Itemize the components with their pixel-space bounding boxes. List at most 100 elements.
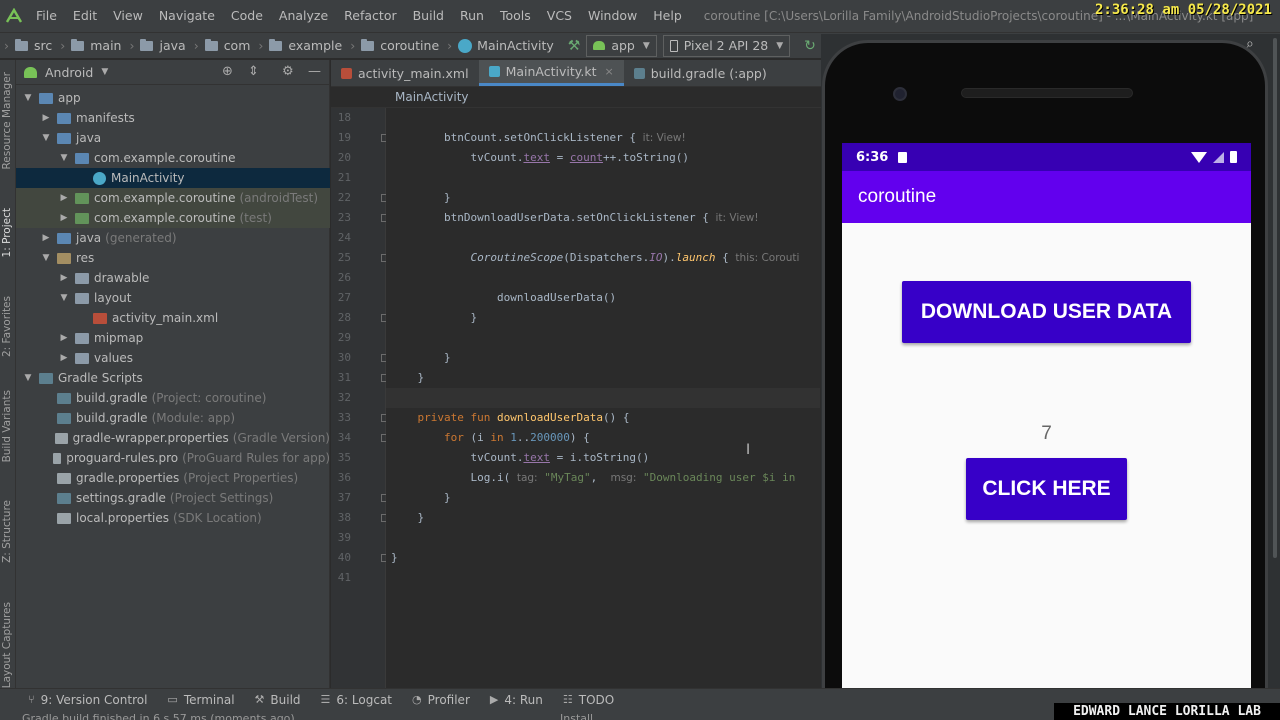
- menu-code[interactable]: Code: [223, 0, 271, 32]
- chevron-right-icon[interactable]: ▶: [58, 193, 70, 203]
- tree-item[interactable]: gradle.properties (Project Properties): [16, 468, 330, 488]
- breadcrumb-item[interactable]: › main: [56, 38, 125, 53]
- menu-refactor[interactable]: Refactor: [336, 0, 404, 32]
- chevron-right-icon[interactable]: ▶: [58, 353, 70, 363]
- menu-help[interactable]: Help: [645, 0, 690, 32]
- tree-item[interactable]: gradle-wrapper.properties (Gradle Version…: [16, 428, 330, 448]
- download-user-data-button[interactable]: DOWNLOAD USER DATA: [902, 281, 1191, 343]
- tool-window-button[interactable]: ⚒ Build: [245, 693, 311, 707]
- editor-tab[interactable]: build.gradle (:app): [624, 60, 777, 86]
- code-line[interactable]: }: [391, 488, 451, 508]
- favorites-tab[interactable]: 2: Favorites: [1, 296, 13, 357]
- breadcrumb-item[interactable]: › src: [0, 38, 56, 53]
- tree-item[interactable]: settings.gradle (Project Settings): [16, 488, 330, 508]
- tree-item[interactable]: build.gradle (Project: coroutine): [16, 388, 330, 408]
- code-line[interactable]: }: [391, 368, 424, 388]
- code-line[interactable]: CoroutineScope(Dispatchers.IO).launch { …: [391, 248, 799, 268]
- chevron-right-icon[interactable]: ▶: [40, 233, 52, 243]
- tree-item[interactable]: ▶ com.example.coroutine (androidTest): [16, 188, 330, 208]
- tree-item[interactable]: ▼ Gradle Scripts: [16, 368, 330, 388]
- tree-item[interactable]: activity_main.xml: [16, 308, 330, 328]
- chevron-down-icon[interactable]: ▼: [58, 293, 70, 303]
- code-line[interactable]: downloadUserData(): [391, 288, 616, 308]
- breadcrumb-item[interactable]: › MainActivity: [443, 38, 558, 53]
- menu-edit[interactable]: Edit: [65, 0, 105, 32]
- menu-navigate[interactable]: Navigate: [151, 0, 223, 32]
- tool-window-button[interactable]: ▶ 4: Run: [480, 693, 553, 707]
- tool-window-button[interactable]: ⑂ 9: Version Control: [0, 693, 157, 707]
- chevron-right-icon[interactable]: ▶: [58, 333, 70, 343]
- collapse-all-icon[interactable]: ⇕: [248, 64, 259, 79]
- scrollbar[interactable]: [1270, 34, 1280, 688]
- chevron-down-icon[interactable]: ▼: [40, 133, 52, 143]
- layout-captures-tab[interactable]: Layout Captures: [1, 602, 13, 688]
- hide-icon[interactable]: —: [308, 64, 321, 79]
- tree-item[interactable]: ▶ manifests: [16, 108, 330, 128]
- code-line[interactable]: }: [391, 548, 398, 568]
- menu-view[interactable]: View: [105, 0, 151, 32]
- scrollbar-thumb[interactable]: [1273, 38, 1277, 558]
- code-editor[interactable]: I btnCount.setOnClickListener { it: View…: [386, 108, 820, 688]
- menu-tools[interactable]: Tools: [492, 0, 539, 32]
- tree-item[interactable]: ▼ layout: [16, 288, 330, 308]
- tree-item[interactable]: ▼ java: [16, 128, 330, 148]
- code-line[interactable]: for (i in 1..200000) {: [391, 428, 590, 448]
- chevron-right-icon[interactable]: ▶: [58, 273, 70, 283]
- code-line[interactable]: tvCount.text = count++.toString(): [391, 148, 689, 168]
- chevron-down-icon[interactable]: ▼: [58, 153, 70, 163]
- chevron-right-icon[interactable]: ▶: [58, 213, 70, 223]
- breadcrumb-item[interactable]: › coroutine: [346, 38, 443, 53]
- chevron-down-icon[interactable]: ▼: [101, 67, 108, 77]
- code-line[interactable]: btnDownloadUserData.setOnClickListener {…: [391, 208, 759, 228]
- tree-item[interactable]: local.properties (SDK Location): [16, 508, 330, 528]
- tool-window-button[interactable]: ☷ TODO: [553, 693, 624, 707]
- tree-item[interactable]: ▼ res: [16, 248, 330, 268]
- breadcrumb-item[interactable]: › java: [125, 38, 189, 53]
- tree-item[interactable]: ▶ java (generated): [16, 228, 330, 248]
- close-icon[interactable]: ×: [605, 65, 614, 78]
- menu-run[interactable]: Run: [452, 0, 492, 32]
- chevron-down-icon[interactable]: ▼: [22, 373, 34, 383]
- tree-item[interactable]: ▼ com.example.coroutine: [16, 148, 330, 168]
- structure-tab[interactable]: Z: Structure: [1, 500, 13, 563]
- menu-file[interactable]: File: [28, 0, 65, 32]
- editor-tab[interactable]: activity_main.xml: [331, 60, 479, 86]
- run-config-select[interactable]: app ▼: [586, 34, 657, 57]
- tree-item[interactable]: ▶ values: [16, 348, 330, 368]
- tree-item[interactable]: proguard-rules.pro (ProGuard Rules for ap…: [16, 448, 330, 468]
- menu-vcs[interactable]: VCS: [539, 0, 580, 32]
- menu-window[interactable]: Window: [580, 0, 645, 32]
- click-here-button[interactable]: CLICK HERE: [966, 458, 1127, 520]
- build-variants-tab[interactable]: Build Variants: [1, 390, 13, 462]
- breadcrumb-item[interactable]: › example: [254, 38, 346, 53]
- code-line[interactable]: }: [391, 348, 451, 368]
- tree-item[interactable]: MainActivity: [16, 168, 330, 188]
- chevron-down-icon[interactable]: ▼: [22, 93, 34, 103]
- tree-item[interactable]: build.gradle (Module: app): [16, 408, 330, 428]
- code-line[interactable]: private fun downloadUserData() {: [391, 408, 630, 428]
- chevron-down-icon[interactable]: ▼: [40, 253, 52, 263]
- editor-tab[interactable]: MainActivity.kt ×: [478, 60, 624, 86]
- locate-icon[interactable]: ⊕: [222, 64, 233, 79]
- gear-icon[interactable]: ⚙: [282, 64, 294, 79]
- project-tab[interactable]: 1: Project: [1, 208, 13, 257]
- menu-analyze[interactable]: Analyze: [271, 0, 336, 32]
- hammer-icon[interactable]: ⚒: [568, 38, 581, 54]
- code-line[interactable]: btnCount.setOnClickListener { it: View!: [391, 128, 686, 148]
- code-line[interactable]: Log.i( tag: "MyTag", msg: "Downloading u…: [391, 468, 795, 488]
- rerun-icon[interactable]: ↻: [804, 38, 816, 54]
- code-line[interactable]: }: [391, 508, 424, 528]
- chevron-right-icon[interactable]: ▶: [40, 113, 52, 123]
- tool-window-button[interactable]: ▭ Terminal: [157, 693, 244, 707]
- code-line[interactable]: }: [391, 308, 477, 328]
- device-select[interactable]: Pixel 2 API 28 ▼: [662, 34, 791, 57]
- menu-build[interactable]: Build: [405, 0, 452, 32]
- tree-item[interactable]: ▶ mipmap: [16, 328, 330, 348]
- tree-item[interactable]: ▶ com.example.coroutine (test): [16, 208, 330, 228]
- tool-window-button[interactable]: ◔ Profiler: [402, 693, 480, 707]
- code-line[interactable]: tvCount.text = i.toString(): [391, 448, 649, 468]
- code-line[interactable]: }: [391, 188, 451, 208]
- tool-window-button[interactable]: ☰ 6: Logcat: [311, 693, 402, 707]
- project-view-select[interactable]: Android: [45, 65, 93, 80]
- tree-item[interactable]: ▼ app: [16, 88, 330, 108]
